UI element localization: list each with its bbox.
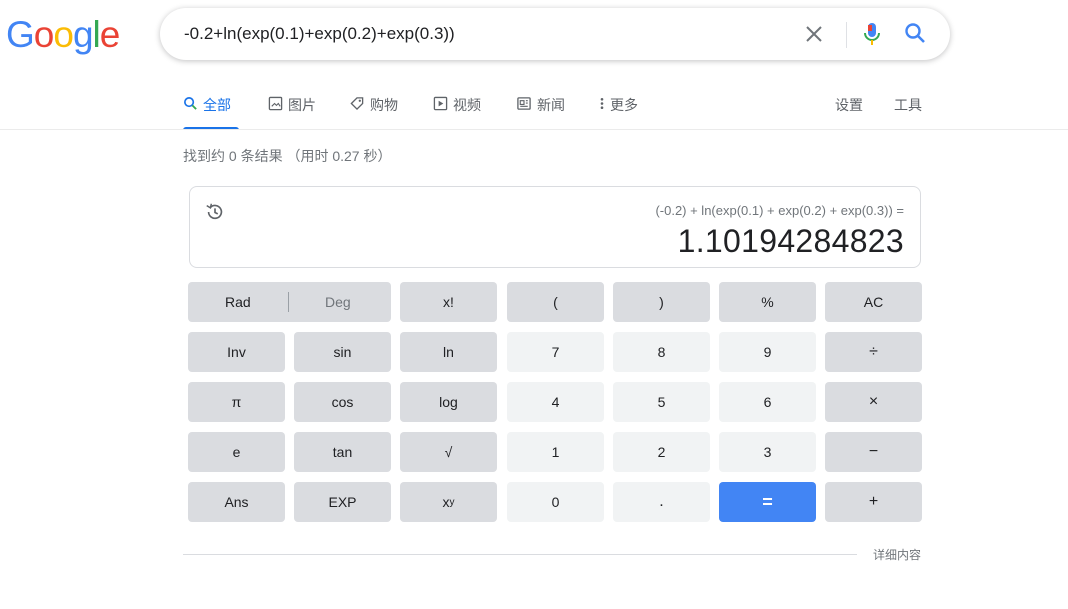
result-stats: 找到约 0 条结果 （用时 0.27 秒） xyxy=(183,148,392,164)
digit-6-button[interactable]: 6 xyxy=(719,382,816,422)
percent-button[interactable]: % xyxy=(719,282,816,322)
digit-9-button[interactable]: 9 xyxy=(719,332,816,372)
e-button[interactable]: e xyxy=(188,432,285,472)
google-logo[interactable]: Google xyxy=(6,14,121,56)
logo-letter: g xyxy=(72,14,94,55)
search-icon xyxy=(184,97,197,110)
subtract-button[interactable]: − xyxy=(825,432,922,472)
tab-shopping[interactable]: 购物 xyxy=(349,92,398,130)
tab-more[interactable]: 更多 xyxy=(599,92,638,130)
pi-button[interactable]: π xyxy=(188,382,285,422)
tag-icon xyxy=(350,97,364,111)
digit-0-button[interactable]: 0 xyxy=(507,482,604,522)
right-paren-button[interactable]: ) xyxy=(613,282,710,322)
rad-option[interactable]: Rad xyxy=(225,294,251,310)
search-divider xyxy=(846,22,847,48)
tabs-divider xyxy=(0,129,1068,130)
sin-button[interactable]: sin xyxy=(294,332,391,372)
digit-7-button[interactable]: 7 xyxy=(507,332,604,372)
cos-button[interactable]: cos xyxy=(294,382,391,422)
tab-news[interactable]: 新闻 xyxy=(516,92,565,130)
power-button[interactable]: xy xyxy=(400,482,497,522)
factorial-button[interactable]: x! xyxy=(400,282,497,322)
tab-label: 图片 xyxy=(288,97,316,113)
tab-videos[interactable]: 视频 xyxy=(433,92,481,130)
multiply-button[interactable]: × xyxy=(825,382,922,422)
tab-label: 更多 xyxy=(610,97,638,113)
tools-link[interactable]: 工具 xyxy=(894,95,922,115)
search-icon[interactable] xyxy=(902,20,928,46)
logo-letter: G xyxy=(6,14,35,55)
digit-5-button[interactable]: 5 xyxy=(613,382,710,422)
search-box[interactable] xyxy=(160,8,950,60)
inverse-button[interactable]: Inv xyxy=(188,332,285,372)
logo-letter: e xyxy=(99,14,121,55)
tan-button[interactable]: tan xyxy=(294,432,391,472)
digit-1-button[interactable]: 1 xyxy=(507,432,604,472)
digit-8-button[interactable]: 8 xyxy=(613,332,710,372)
logo-letter: l xyxy=(92,14,101,55)
exp-button[interactable]: EXP xyxy=(294,482,391,522)
rad-deg-toggle[interactable]: Rad Deg xyxy=(188,282,391,322)
ans-button[interactable]: Ans xyxy=(188,482,285,522)
all-clear-button[interactable]: AC xyxy=(825,282,922,322)
equals-button[interactable]: = xyxy=(719,482,816,522)
microphone-icon[interactable] xyxy=(860,20,884,48)
calculator-display: (-0.2) + ln(exp(0.1) + exp(0.2) + exp(0.… xyxy=(189,186,921,268)
newspaper-icon xyxy=(517,97,531,110)
sqrt-button[interactable]: √ xyxy=(400,432,497,472)
logo-letter: o xyxy=(53,14,74,55)
footer-divider xyxy=(183,554,857,555)
play-icon xyxy=(433,96,448,111)
decimal-button[interactable]: . xyxy=(613,482,710,522)
digit-2-button[interactable]: 2 xyxy=(613,432,710,472)
power-exponent: y xyxy=(449,496,455,508)
search-input[interactable] xyxy=(184,18,784,50)
tab-all[interactable]: 全部 xyxy=(183,92,239,130)
ln-button[interactable]: ln xyxy=(400,332,497,372)
add-button[interactable]: + xyxy=(825,482,922,522)
digit-4-button[interactable]: 4 xyxy=(507,382,604,422)
image-icon xyxy=(268,96,283,111)
tab-label: 视频 xyxy=(453,97,481,113)
divide-button[interactable]: ÷ xyxy=(825,332,922,372)
settings-link[interactable]: 设置 xyxy=(835,95,863,115)
tab-label: 新闻 xyxy=(537,97,565,113)
deg-option[interactable]: Deg xyxy=(325,294,351,310)
log-button[interactable]: log xyxy=(400,382,497,422)
tab-label: 全部 xyxy=(203,97,231,113)
left-paren-button[interactable]: ( xyxy=(507,282,604,322)
calculator-result: 1.10194284823 xyxy=(677,223,904,259)
more-info-link[interactable]: 详细内容 xyxy=(873,546,921,563)
logo-letter: o xyxy=(33,14,55,55)
toggle-separator xyxy=(288,292,289,312)
more-vert-icon xyxy=(600,97,604,110)
tab-images[interactable]: 图片 xyxy=(268,92,316,130)
calculator-expression: (-0.2) + ln(exp(0.1) + exp(0.2) + exp(0.… xyxy=(655,203,904,218)
close-icon[interactable] xyxy=(802,22,826,46)
digit-3-button[interactable]: 3 xyxy=(719,432,816,472)
tab-label: 购物 xyxy=(370,97,398,113)
power-base: x xyxy=(442,494,450,510)
history-icon[interactable] xyxy=(204,201,226,223)
